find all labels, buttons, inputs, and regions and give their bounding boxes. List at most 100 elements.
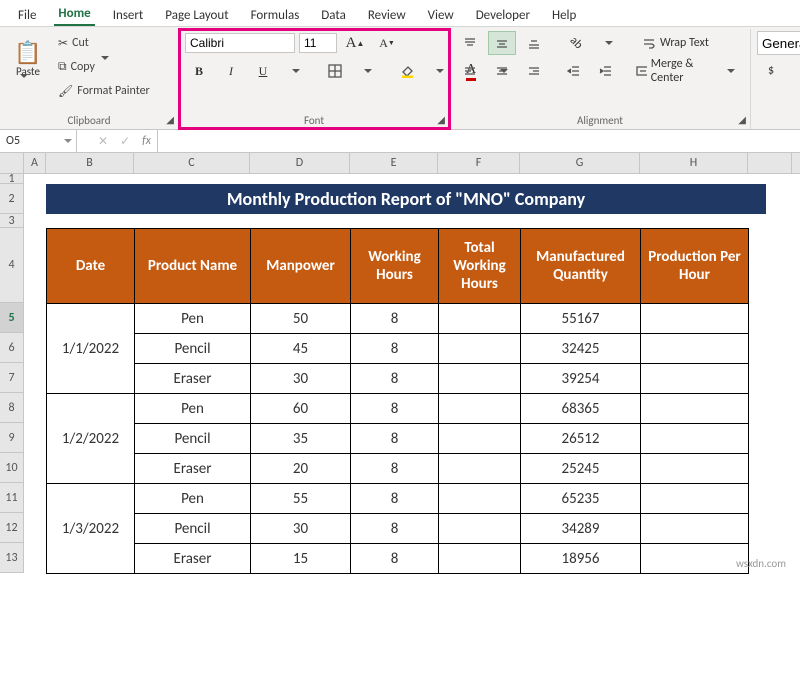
- cell-mq[interactable]: 55167: [521, 304, 641, 334]
- cell-mq[interactable]: 32425: [521, 334, 641, 364]
- align-center-button[interactable]: [488, 59, 516, 83]
- italic-button[interactable]: I: [217, 59, 245, 83]
- cell-product[interactable]: Eraser: [135, 364, 251, 394]
- align-right-button[interactable]: [520, 59, 548, 83]
- accounting-format-button[interactable]: $: [757, 59, 785, 83]
- borders-button[interactable]: [321, 59, 349, 83]
- cell-twh[interactable]: [439, 364, 521, 394]
- th-product[interactable]: Product Name: [135, 229, 251, 304]
- align-bottom-button[interactable]: [520, 31, 548, 55]
- th-manufactured-qty[interactable]: Manufactured Quantity: [521, 229, 641, 304]
- orientation-button[interactable]: ab: [562, 31, 590, 55]
- align-top-button[interactable]: [456, 31, 484, 55]
- tab-developer[interactable]: Developer: [472, 5, 534, 26]
- col-E[interactable]: E: [350, 153, 438, 173]
- copy-button[interactable]: ⧉ Copy: [54, 55, 172, 79]
- font-name-input[interactable]: [185, 33, 295, 53]
- cell-mq[interactable]: 25245: [521, 454, 641, 484]
- orientation-dropdown[interactable]: [594, 31, 622, 55]
- cell-man[interactable]: 15: [251, 544, 351, 574]
- enter-icon[interactable]: ✓: [120, 134, 130, 149]
- formula-input[interactable]: [158, 130, 800, 152]
- align-left-button[interactable]: [456, 59, 484, 83]
- cell-product[interactable]: Pen: [135, 484, 251, 514]
- cell-wh[interactable]: 8: [351, 304, 439, 334]
- row-header[interactable]: 12: [0, 513, 24, 543]
- cell-man[interactable]: 50: [251, 304, 351, 334]
- cell-product[interactable]: Pencil: [135, 514, 251, 544]
- cell-wh[interactable]: 8: [351, 364, 439, 394]
- cell-pph[interactable]: [641, 364, 749, 394]
- wrap-text-button[interactable]: Wrap Text: [638, 31, 742, 55]
- cut-button[interactable]: ✂ Cut: [54, 31, 172, 55]
- th-manpower[interactable]: Manpower: [251, 229, 351, 304]
- decrease-indent-button[interactable]: [560, 59, 588, 83]
- row-header[interactable]: 6: [0, 333, 24, 363]
- cell-mq[interactable]: 68365: [521, 394, 641, 424]
- cell-mq[interactable]: 26512: [521, 424, 641, 454]
- col-B[interactable]: B: [46, 153, 134, 173]
- decrease-font-button[interactable]: A▼: [373, 31, 401, 55]
- col-H[interactable]: H: [640, 153, 748, 173]
- cell-pph[interactable]: [641, 454, 749, 484]
- tab-home[interactable]: Home: [54, 3, 94, 26]
- cell-man[interactable]: 60: [251, 394, 351, 424]
- cell-mq[interactable]: 34289: [521, 514, 641, 544]
- tab-page-layout[interactable]: Page Layout: [161, 5, 232, 26]
- tab-review[interactable]: Review: [364, 5, 410, 26]
- fill-color-dropdown[interactable]: [425, 59, 453, 83]
- row-header[interactable]: 8: [0, 393, 24, 423]
- cell-twh[interactable]: [439, 544, 521, 574]
- cell-wh[interactable]: 8: [351, 424, 439, 454]
- cell-pph[interactable]: [641, 424, 749, 454]
- cell-twh[interactable]: [439, 394, 521, 424]
- tab-view[interactable]: View: [424, 5, 458, 26]
- tab-insert[interactable]: Insert: [109, 5, 148, 26]
- increase-font-button[interactable]: A▲: [341, 31, 369, 55]
- cell-product[interactable]: Eraser: [135, 544, 251, 574]
- cell-date[interactable]: 1/3/2022: [47, 484, 135, 574]
- col-C[interactable]: C: [134, 153, 250, 173]
- cell-pph[interactable]: [641, 334, 749, 364]
- fill-color-button[interactable]: [393, 59, 421, 83]
- select-all-corner[interactable]: [0, 153, 24, 173]
- borders-dropdown[interactable]: [353, 59, 381, 83]
- cell-mq[interactable]: 18956: [521, 544, 641, 574]
- merge-center-button[interactable]: Merge & Center: [632, 59, 712, 83]
- dialog-launcher-icon[interactable]: ◢: [738, 113, 746, 126]
- underline-button[interactable]: U: [249, 59, 277, 83]
- cell-twh[interactable]: [439, 514, 521, 544]
- tab-formulas[interactable]: Formulas: [247, 5, 304, 26]
- row-header[interactable]: 10: [0, 453, 24, 483]
- increase-indent-button[interactable]: [592, 59, 620, 83]
- row-header[interactable]: 2: [0, 184, 24, 214]
- cell-wh[interactable]: 8: [351, 394, 439, 424]
- dialog-launcher-icon[interactable]: ◢: [437, 113, 445, 126]
- cell-product[interactable]: Eraser: [135, 454, 251, 484]
- row-header[interactable]: 4: [0, 228, 24, 303]
- cell-wh[interactable]: 8: [351, 454, 439, 484]
- bold-button[interactable]: B: [185, 59, 213, 83]
- cell-twh[interactable]: [439, 484, 521, 514]
- cell-man[interactable]: 55: [251, 484, 351, 514]
- cell-man[interactable]: 30: [251, 514, 351, 544]
- col-D[interactable]: D: [250, 153, 350, 173]
- cell-pph[interactable]: [641, 304, 749, 334]
- cell-pph[interactable]: [641, 484, 749, 514]
- cell-mq[interactable]: 39254: [521, 364, 641, 394]
- cell-product[interactable]: Pencil: [135, 424, 251, 454]
- col-A[interactable]: A: [24, 153, 46, 173]
- cell-wh[interactable]: 8: [351, 544, 439, 574]
- cell-pph[interactable]: [641, 514, 749, 544]
- tab-file[interactable]: File: [14, 5, 40, 26]
- th-working-hours[interactable]: Working Hours: [351, 229, 439, 304]
- cell-wh[interactable]: 8: [351, 484, 439, 514]
- cell-mq[interactable]: 65235: [521, 484, 641, 514]
- cell-twh[interactable]: [439, 334, 521, 364]
- grid-area[interactable]: Monthly Production Report of "MNO" Compa…: [24, 174, 792, 573]
- row-header[interactable]: 3: [0, 214, 24, 228]
- tab-data[interactable]: Data: [317, 5, 350, 26]
- col-extra[interactable]: [748, 153, 792, 173]
- row-header[interactable]: 9: [0, 423, 24, 453]
- cell-pph[interactable]: [641, 394, 749, 424]
